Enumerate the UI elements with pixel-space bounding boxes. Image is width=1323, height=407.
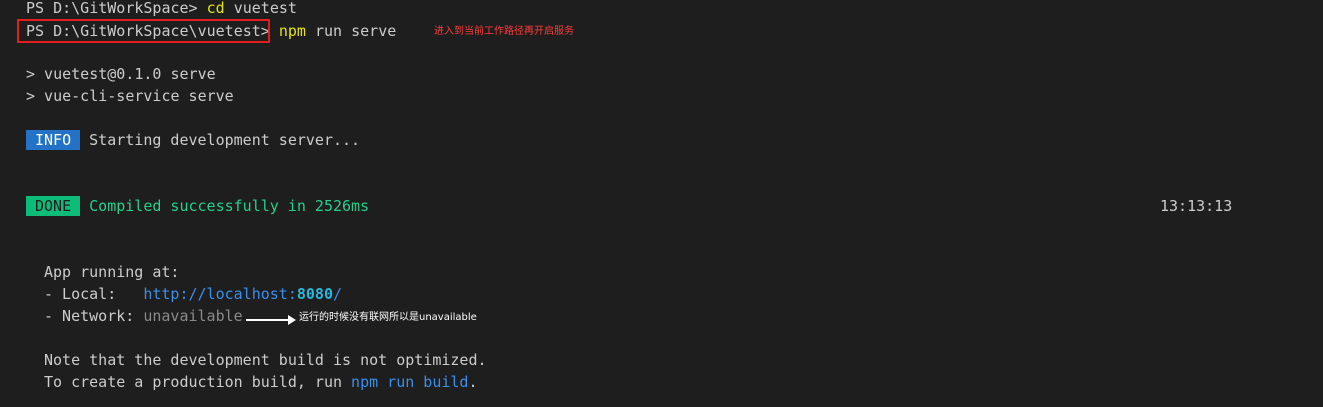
- timestamp: 13:13:13: [1160, 197, 1233, 215]
- annotation-network-note: 运行的时候没有联网所以是unavailable: [299, 312, 477, 323]
- info-text: Starting development server...: [80, 131, 361, 149]
- prompt-line-cd: PS D:\GitWorkSpace> cd vuetest: [26, 0, 297, 18]
- local-line: - Local: http://localhost:8080/: [44, 284, 342, 304]
- note-line-2: To create a production build, run npm ru…: [44, 372, 477, 392]
- network-value: unavailable: [143, 307, 243, 325]
- prompt-highlight-box: [17, 19, 270, 43]
- info-badge: INFO: [26, 130, 81, 150]
- note-line-1: Note that the development build is not o…: [44, 351, 487, 369]
- network-line: - Network: unavailable: [44, 306, 243, 326]
- local-url-port: 8080: [296, 285, 333, 303]
- note-prefix: To create a production build, run: [44, 373, 352, 391]
- script-line-2: > vue-cli-service serve: [26, 87, 234, 105]
- local-label: - Local:: [44, 285, 144, 303]
- local-url-link[interactable]: http://localhost:8080/: [143, 285, 342, 303]
- command-cd: cd: [206, 0, 225, 17]
- app-running-label: App running at:: [44, 263, 180, 281]
- annotation-enter-dir: 进入到当前工作路径再开启服务: [434, 26, 574, 37]
- info-line: INFO Starting development server...: [26, 130, 360, 150]
- command-arg: vuetest: [224, 0, 297, 17]
- done-line: DONE Compiled successfully in 2526ms: [26, 196, 369, 216]
- build-command: npm run build: [351, 373, 469, 391]
- arrow-right-icon: [246, 315, 296, 325]
- local-url-suffix: /: [333, 285, 343, 303]
- command-npm: npm: [278, 22, 306, 40]
- script-line-1: > vuetest@0.1.0 serve: [26, 65, 216, 83]
- done-text: Compiled successfully in 2526ms: [80, 197, 370, 215]
- prompt-text: PS D:\GitWorkSpace>: [26, 0, 207, 17]
- local-url-prefix: http://localhost:: [143, 285, 297, 303]
- network-label: - Network:: [44, 307, 144, 325]
- note-suffix: .: [468, 373, 478, 391]
- done-badge: DONE: [26, 196, 81, 216]
- command-arg: run serve: [305, 22, 397, 40]
